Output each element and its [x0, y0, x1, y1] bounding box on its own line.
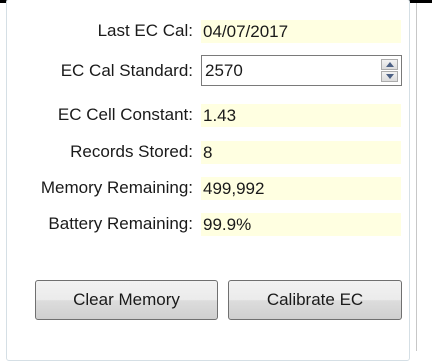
records-stored-value: 8	[201, 141, 401, 164]
ec-cell-constant-row: EC Cell Constant: 1.43	[0, 101, 410, 129]
calibrate-ec-button[interactable]: Calibrate EC	[228, 280, 402, 320]
last-ec-cal-value: 04/07/2017	[201, 20, 401, 43]
ec-cal-standard-input[interactable]	[204, 58, 365, 83]
records-stored-label: Records Stored:	[70, 142, 193, 161]
records-stored-row: Records Stored: 8	[0, 138, 410, 166]
battery-remaining-value: 99.9%	[201, 213, 401, 236]
last-ec-cal-label: Last EC Cal:	[97, 21, 193, 40]
memory-remaining-row: Memory Remaining: 499,992	[0, 174, 410, 202]
arrow-up-icon	[386, 62, 394, 67]
battery-remaining-row: Battery Remaining: 99.9%	[0, 210, 410, 238]
clear-memory-button[interactable]: Clear Memory	[35, 280, 218, 320]
ec-info-panel: Last EC Cal: 04/07/2017 EC Cal Standard:	[0, 0, 432, 361]
last-ec-cal-row: Last EC Cal: 04/07/2017	[0, 17, 410, 45]
memory-remaining-label: Memory Remaining:	[40, 178, 193, 197]
ec-cal-standard-spinbox[interactable]	[201, 55, 402, 86]
memory-remaining-value: 499,992	[201, 177, 401, 200]
spin-down-button[interactable]	[381, 71, 398, 82]
ec-cell-constant-value: 1.43	[201, 104, 401, 127]
panel-divider	[416, 3, 417, 351]
spin-buttons	[381, 59, 398, 82]
ec-cell-constant-label: EC Cell Constant:	[57, 105, 193, 124]
spin-up-button[interactable]	[381, 59, 398, 70]
ec-cal-standard-label: EC Cal Standard:	[60, 61, 193, 80]
ec-cal-standard-row: EC Cal Standard:	[0, 55, 410, 86]
arrow-down-icon	[386, 74, 394, 79]
battery-remaining-label: Battery Remaining:	[48, 214, 193, 233]
